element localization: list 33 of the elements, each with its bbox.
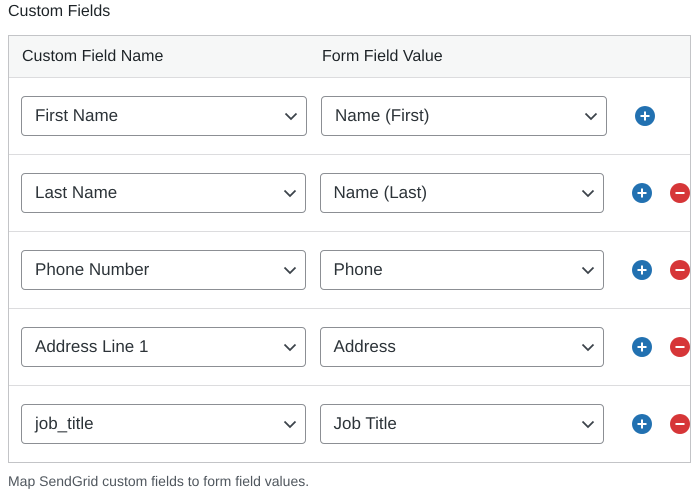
plus-icon[interactable] bbox=[632, 337, 652, 357]
chevron-down-icon bbox=[282, 420, 296, 428]
select-dropdown[interactable]: Address Line 1 bbox=[21, 327, 306, 367]
select-dropdown[interactable]: First Name bbox=[21, 96, 307, 136]
chevron-down-icon bbox=[584, 112, 598, 120]
select-dropdown[interactable]: Job Title bbox=[320, 404, 604, 444]
minus-icon[interactable] bbox=[670, 183, 690, 203]
chevron-down-icon bbox=[581, 420, 595, 428]
minus-icon[interactable] bbox=[670, 414, 690, 434]
chevron-down-icon bbox=[581, 266, 595, 274]
select-dropdown[interactable]: Phone bbox=[320, 250, 604, 290]
plus-icon[interactable] bbox=[632, 414, 652, 434]
column-header: Form Field Value bbox=[322, 48, 444, 66]
select-dropdown[interactable]: Last Name bbox=[21, 173, 306, 213]
minus-icon[interactable] bbox=[670, 260, 690, 280]
chevron-down-icon bbox=[282, 266, 296, 274]
select-dropdown[interactable]: Name (First) bbox=[321, 96, 607, 136]
select-dropdown[interactable]: Phone Number bbox=[21, 250, 306, 290]
select-dropdown[interactable]: job_title bbox=[21, 404, 306, 444]
select-dropdown[interactable]: Address bbox=[320, 327, 604, 367]
section-title: Custom Fields bbox=[8, 2, 112, 22]
plus-icon[interactable] bbox=[632, 183, 652, 203]
column-header: Custom Field Name bbox=[22, 48, 164, 66]
chevron-down-icon bbox=[581, 342, 595, 352]
select-dropdown[interactable]: Name (Last) bbox=[320, 173, 604, 213]
plus-icon[interactable] bbox=[632, 260, 652, 280]
description-text: Map SendGrid custom fields to form field values. bbox=[8, 472, 310, 489]
chevron-down-icon bbox=[581, 188, 595, 198]
chevron-down-icon bbox=[284, 112, 298, 120]
minus-icon[interactable] bbox=[670, 337, 690, 357]
chevron-down-icon bbox=[282, 342, 296, 352]
chevron-down-icon bbox=[282, 188, 296, 198]
plus-icon[interactable] bbox=[635, 106, 655, 126]
